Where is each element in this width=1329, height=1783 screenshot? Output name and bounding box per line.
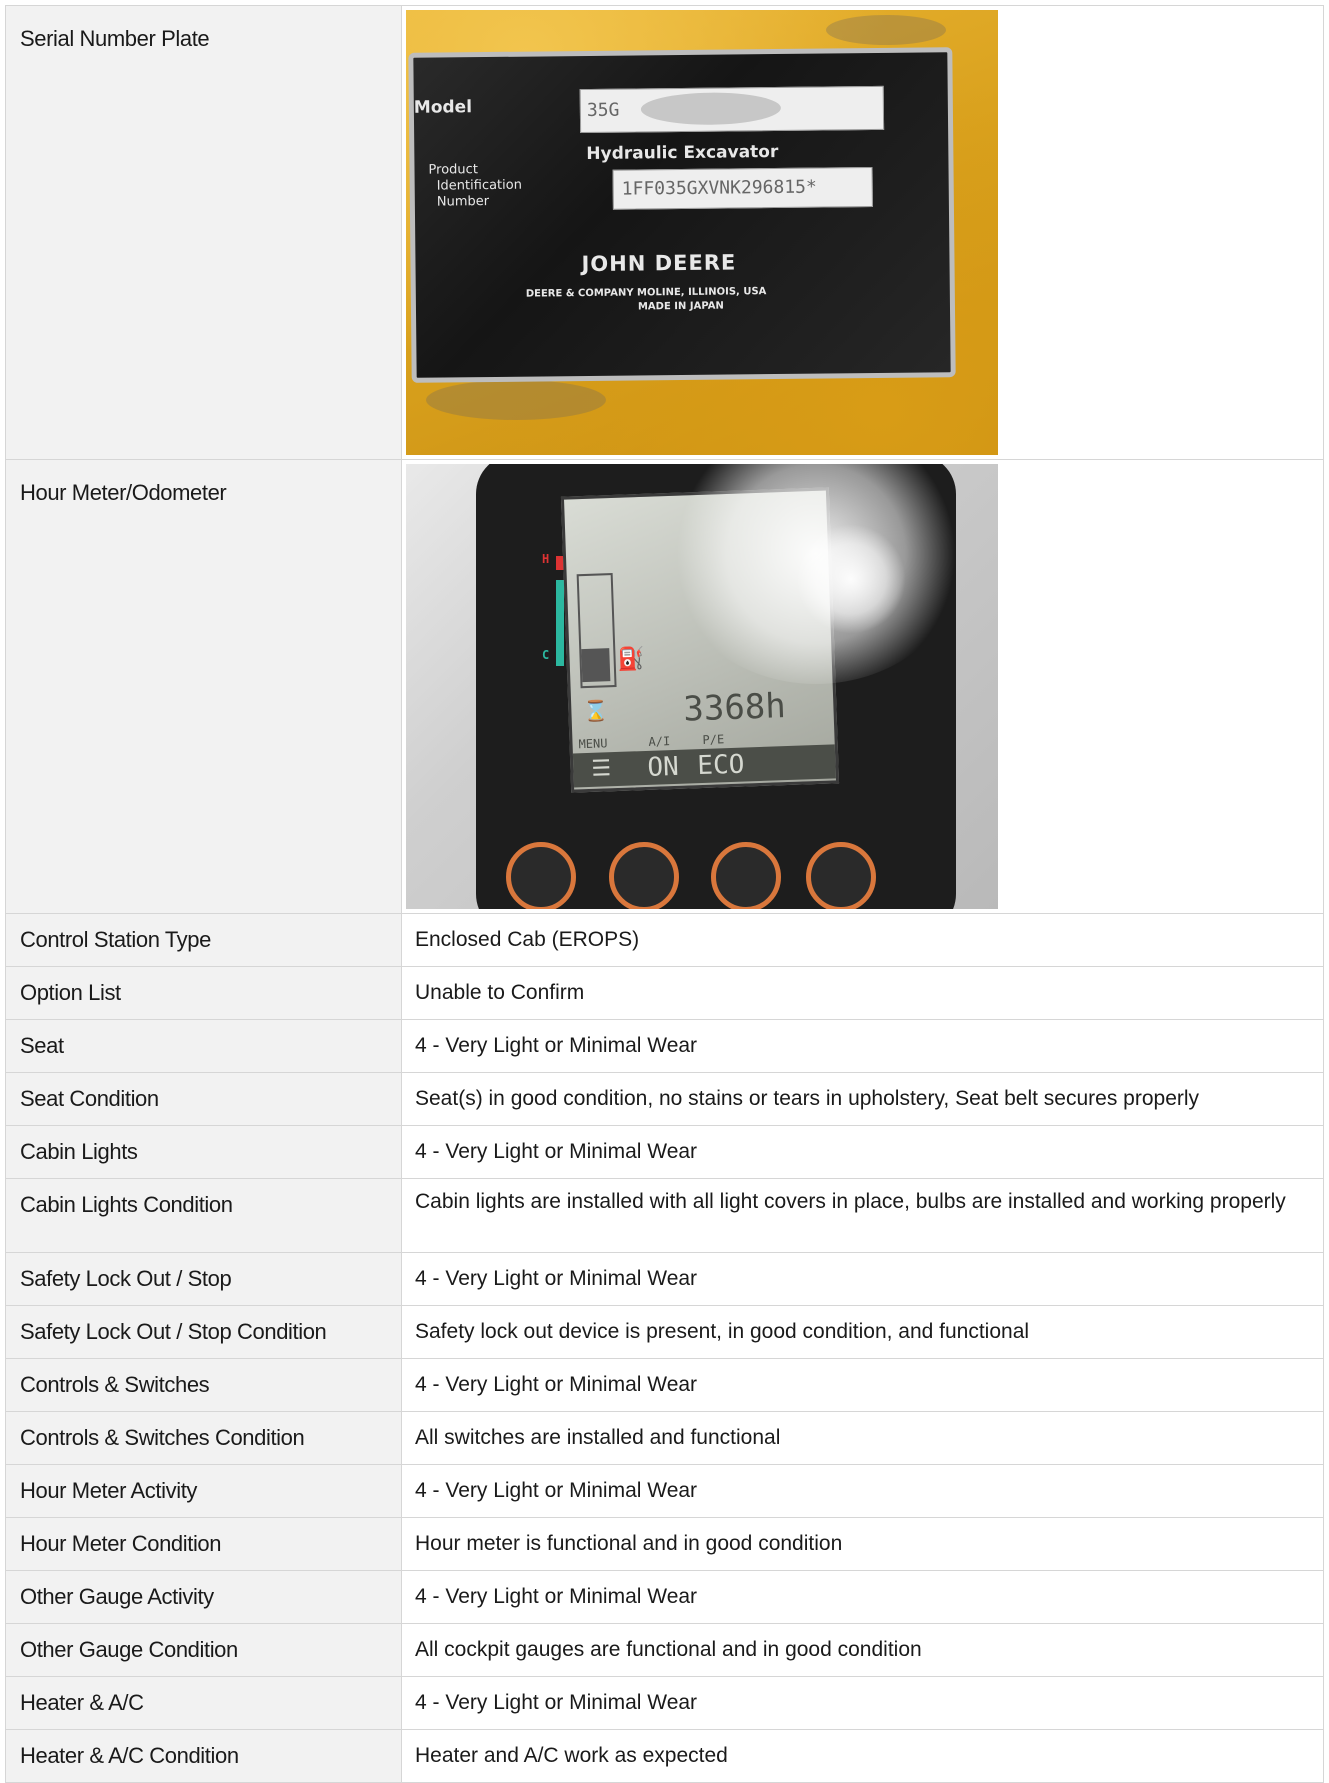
row-label: Serial Number Plate [5, 5, 402, 460]
row-label: Hour Meter Activity [5, 1464, 402, 1518]
row-value: 4 - Very Light or Minimal Wear [401, 1252, 1324, 1306]
row-label: Hour Meter/Odometer [5, 459, 402, 914]
softkey-menu-label: MENU [578, 736, 608, 752]
row-label: Safety Lock Out / Stop Condition [5, 1305, 402, 1359]
row-value: Cabin lights are installed with all ligh… [401, 1178, 1324, 1253]
table-row: Other Gauge Condition All cockpit gauges… [5, 1623, 1324, 1677]
row-label: Controls & Switches Condition [5, 1411, 402, 1465]
table-row: Safety Lock Out / Stop Condition Safety … [5, 1305, 1324, 1359]
row-label: Cabin Lights Condition [5, 1178, 402, 1253]
plate-pin-label-1: Product [428, 162, 478, 178]
plate-maker-line: DEERE & COMPANY MOLINE, ILLINOIS, USA [525, 286, 767, 300]
row-label: Cabin Lights [5, 1125, 402, 1179]
table-row: Other Gauge Activity 4 - Very Light or M… [5, 1570, 1324, 1624]
row-value: 4 - Very Light or Minimal Wear [401, 1019, 1324, 1073]
row-label: Seat [5, 1019, 402, 1073]
row-value: Seat(s) in good condition, no stains or … [401, 1072, 1324, 1126]
softkey-eco: ECO [696, 749, 745, 782]
row-label: Seat Condition [5, 1072, 402, 1126]
fuel-level [581, 648, 611, 683]
table-row: Control Station Type Enclosed Cab (EROPS… [5, 913, 1324, 967]
table-row: Serial Number Plate Model 35G Hydraulic … [5, 5, 1324, 460]
panel-button-2 [609, 842, 679, 909]
temp-cold-label: C [542, 648, 550, 662]
plate-pin-value: 1FF035GXVNK296815* [621, 176, 817, 200]
row-value: 4 - Very Light or Minimal Wear [401, 1358, 1324, 1412]
softkey-pe-label: P/E [702, 732, 725, 747]
row-label: Control Station Type [5, 913, 402, 967]
row-value: Heater and A/C work as expected [401, 1729, 1324, 1783]
plate-model-field: 35G [579, 85, 885, 134]
inspection-table: Serial Number Plate Model 35G Hydraulic … [5, 5, 1324, 1783]
sun-glare [796, 524, 906, 634]
row-label: Controls & Switches [5, 1358, 402, 1412]
photo-cell: H C ⛽ ⌛ 3368h MENU A/I P/E ☰ ON ECO [401, 459, 1324, 914]
plate-pin-label-3: Number [436, 194, 490, 210]
table-row: Hour Meter Activity 4 - Very Light or Mi… [5, 1464, 1324, 1518]
plate-pin-field: 1FF035GXVNK296815* [612, 167, 873, 210]
row-label: Hour Meter Condition [5, 1517, 402, 1571]
plate-pin-label-2: Identification [436, 177, 523, 194]
plate-brand: JOHN DEERE [581, 250, 737, 277]
hour-meter-photo[interactable]: H C ⛽ ⌛ 3368h MENU A/I P/E ☰ ON ECO [406, 464, 998, 909]
plate-model-value: 35G [586, 99, 620, 121]
engine-icon: ⛽ [617, 646, 646, 673]
hour-readout: 3368h [682, 686, 787, 730]
serial-plate: Model 35G Hydraulic Excavator Product Id… [408, 47, 956, 383]
row-value: Hour meter is functional and in good con… [401, 1517, 1324, 1571]
row-label: Option List [5, 966, 402, 1020]
row-label: Other Gauge Condition [5, 1623, 402, 1677]
temp-hot-label: H [542, 552, 550, 566]
table-row: Heater & A/C Condition Heater and A/C wo… [5, 1729, 1324, 1783]
softkey-ai-label: A/I [648, 734, 671, 749]
panel-button-4 [806, 842, 876, 909]
row-value: 4 - Very Light or Minimal Wear [401, 1676, 1324, 1730]
row-label: Other Gauge Activity [5, 1570, 402, 1624]
table-row: Safety Lock Out / Stop 4 - Very Light or… [5, 1252, 1324, 1306]
temp-gauge-bar [556, 580, 564, 666]
plate-model-label: Model [413, 97, 473, 118]
panel-button-1 [506, 842, 576, 909]
row-value: Unable to Confirm [401, 966, 1324, 1020]
table-row: Hour Meter Condition Hour meter is funct… [5, 1517, 1324, 1571]
softkey-bar: ☰ ON ECO [572, 744, 836, 788]
row-label: Safety Lock Out / Stop [5, 1252, 402, 1306]
photo-cell: Model 35G Hydraulic Excavator Product Id… [401, 5, 1324, 460]
plate-product-type: Hydraulic Excavator [586, 141, 779, 164]
table-row: Hour Meter/Odometer H C ⛽ ⌛ 3368h MENU A… [5, 459, 1324, 914]
table-row: Heater & A/C 4 - Very Light or Minimal W… [5, 1676, 1324, 1730]
table-row: Controls & Switches 4 - Very Light or Mi… [5, 1358, 1324, 1412]
hourglass-icon: ⌛ [582, 698, 609, 724]
row-value: Safety lock out device is present, in go… [401, 1305, 1324, 1359]
table-row: Seat 4 - Very Light or Minimal Wear [5, 1019, 1324, 1073]
panel-button-3 [711, 842, 781, 909]
row-label: Heater & A/C [5, 1676, 402, 1730]
table-row: Option List Unable to Confirm [5, 966, 1324, 1020]
row-value: All switches are installed and functiona… [401, 1411, 1324, 1465]
row-value: 4 - Very Light or Minimal Wear [401, 1464, 1324, 1518]
row-value: All cockpit gauges are functional and in… [401, 1623, 1324, 1677]
plate-origin-line: MADE IN JAPAN [637, 300, 724, 313]
table-row: Seat Condition Seat(s) in good condition… [5, 1072, 1324, 1126]
table-row: Controls & Switches Condition All switch… [5, 1411, 1324, 1465]
row-value: 4 - Very Light or Minimal Wear [401, 1570, 1324, 1624]
row-value: 4 - Very Light or Minimal Wear [401, 1125, 1324, 1179]
table-row: Cabin Lights 4 - Very Light or Minimal W… [5, 1125, 1324, 1179]
row-label: Heater & A/C Condition [5, 1729, 402, 1783]
row-value: Enclosed Cab (EROPS) [401, 913, 1324, 967]
serial-plate-photo[interactable]: Model 35G Hydraulic Excavator Product Id… [406, 10, 998, 455]
softkey-on: ON [646, 751, 680, 783]
menu-icon: ☰ [591, 756, 612, 782]
table-row: Cabin Lights Condition Cabin lights are … [5, 1178, 1324, 1253]
